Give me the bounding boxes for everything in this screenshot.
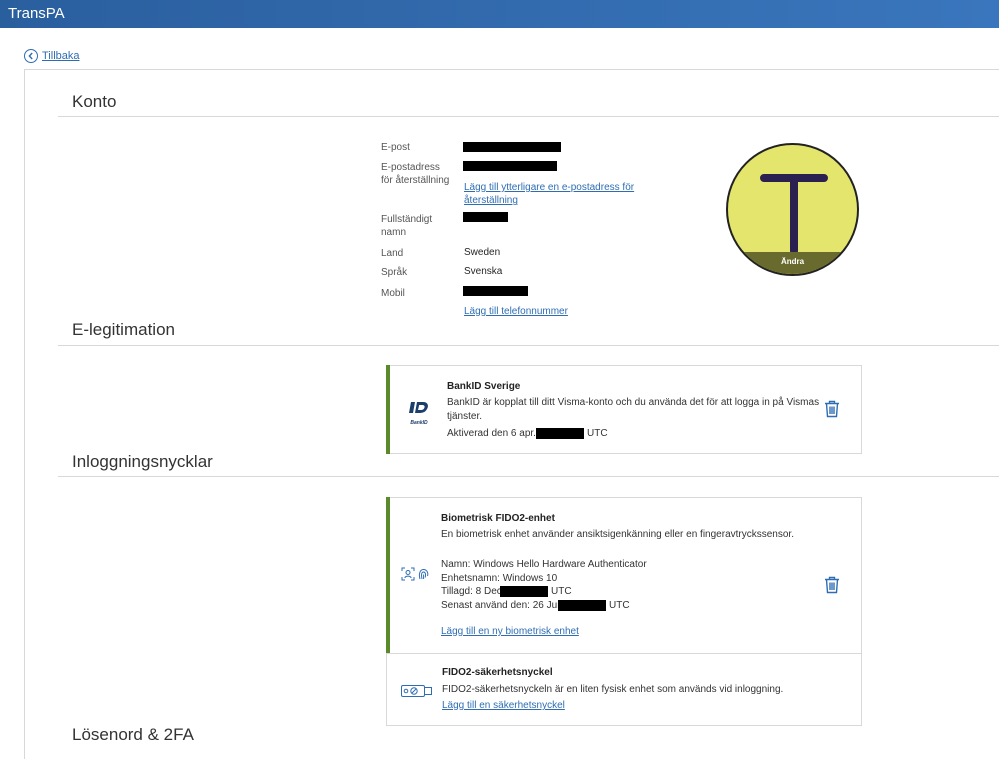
app-title: TransPA — [8, 5, 65, 22]
add-reset-email-link[interactable]: Lägg till ytterligare en e-postadress fö… — [464, 181, 634, 207]
add-reset-email-link-line-2: återställning — [464, 195, 518, 206]
bankid-description-1: BankID är kopplat till ditt Visma-konto … — [447, 397, 820, 408]
card-accent — [386, 365, 390, 454]
redacted-fullname — [463, 212, 508, 222]
reset-email-label-2: för återställning — [381, 175, 450, 186]
trash-icon[interactable] — [824, 400, 840, 418]
add-security-key-link[interactable]: Lägg till en säkerhetsnyckel — [442, 700, 565, 711]
country-value: Sweden — [464, 247, 501, 258]
card-divider — [387, 653, 861, 654]
divider — [58, 116, 999, 117]
biometric-icon — [401, 567, 431, 581]
redacted-reset-email — [463, 161, 557, 171]
biometric-title: Biometrisk FIDO2-enhet — [441, 513, 555, 524]
fullname-label-2: namn — [381, 227, 407, 238]
bankid-activated-suffix: UTC — [587, 428, 608, 439]
language-value: Svenska — [464, 266, 503, 277]
section-title-konto: Konto — [72, 92, 117, 111]
bankid-title: BankID Sverige — [447, 381, 521, 392]
bankid-logo-text: BankID — [410, 420, 428, 426]
avatar-change-button[interactable]: Ändra — [728, 252, 857, 274]
card-accent — [386, 497, 390, 653]
biometric-last-used-suffix: UTC — [609, 600, 630, 611]
login-keys-card: Biometrisk FIDO2-enhet En biometrisk enh… — [386, 497, 862, 726]
avatar-change-label: Ändra — [780, 257, 805, 266]
section-title-password: Lösenord & 2FA — [72, 725, 194, 744]
bankid-activated-prefix: Aktiverad den 6 apr. — [447, 428, 536, 439]
app-header: TransPA — [0, 0, 999, 28]
redacted-added-time — [500, 586, 548, 597]
trash-icon[interactable] — [824, 576, 840, 594]
email-label: E-post — [381, 142, 410, 153]
biometric-added-prefix: Tillagd: 8 Dec — [441, 586, 502, 597]
usb-key-icon — [401, 684, 433, 697]
back-button[interactable]: Tillbaka — [24, 49, 80, 63]
biometric-last-used-prefix: Senast använd den: 26 Jun — [441, 600, 563, 611]
security-key-title: FIDO2-säkerhetsnyckel — [442, 667, 553, 678]
add-reset-email-link-line-1: Lägg till ytterligare en e-postadress fö… — [464, 182, 635, 193]
fullname-label-1: Fullständigt — [381, 214, 433, 225]
redacted-activated-time — [536, 428, 584, 439]
biometric-name: Namn: Windows Hello Hardware Authenticat… — [441, 559, 647, 570]
biometric-added-suffix: UTC — [551, 586, 572, 597]
language-label: Språk — [381, 267, 408, 278]
bankid-description-2: tjänster. — [447, 411, 483, 422]
section-title-eid: E-legitimation — [72, 320, 175, 339]
bankid-icon: BankID — [407, 400, 431, 426]
mobile-label: Mobil — [381, 288, 405, 299]
security-key-description: FIDO2-säkerhetsnyckeln är en liten fysis… — [442, 684, 784, 695]
redacted-email — [463, 142, 561, 152]
section-title-keys: Inloggningsnycklar — [72, 452, 213, 471]
biometric-description: En biometrisk enhet använder ansiktsigen… — [441, 529, 794, 540]
divider — [58, 345, 999, 346]
country-label: Land — [381, 248, 404, 259]
add-phone-link[interactable]: Lägg till telefonnummer — [464, 306, 568, 317]
biometric-device-name: Enhetsnamn: Windows 10 — [441, 573, 558, 584]
avatar[interactable]: Ändra — [726, 143, 859, 276]
redacted-last-used-time — [558, 600, 606, 611]
redacted-mobile — [463, 286, 528, 296]
chevron-left-icon — [24, 49, 38, 63]
reset-email-label-1: E-postadress — [381, 162, 440, 173]
back-link[interactable]: Tillbaka — [42, 50, 80, 62]
add-biometric-link[interactable]: Lägg till en ny biometrisk enhet — [441, 626, 579, 637]
bankid-card: BankID BankID Sverige BankID är kopplat … — [386, 365, 862, 454]
divider — [58, 476, 999, 477]
